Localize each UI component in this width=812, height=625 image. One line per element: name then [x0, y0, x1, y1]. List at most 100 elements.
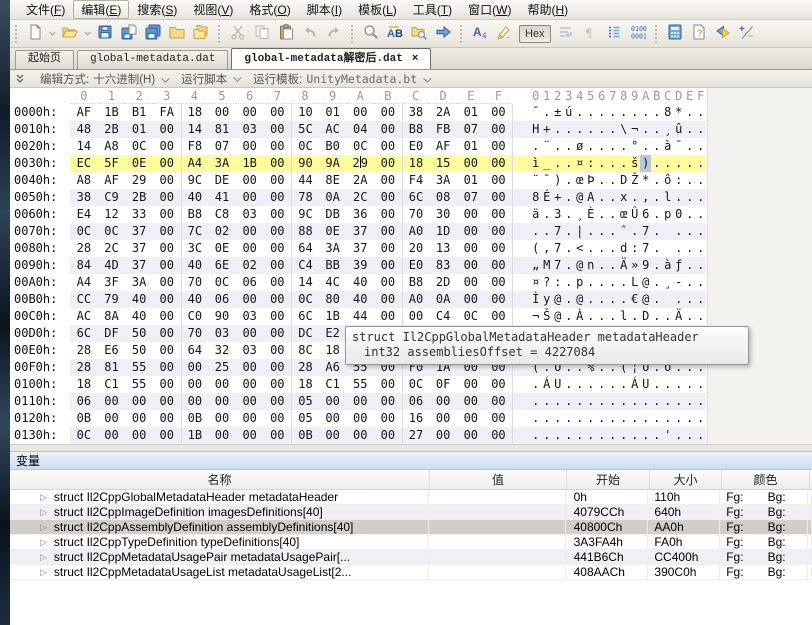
- menu-item-v[interactable]: 视图(V): [185, 0, 241, 19]
- hex-byte[interactable]: 2C: [98, 240, 126, 257]
- ascii-char[interactable]: p: [662, 206, 673, 223]
- hex-byte[interactable]: 0C: [457, 308, 485, 325]
- ascii-char[interactable]: .: [684, 172, 695, 189]
- ascii-char[interactable]: °: [629, 138, 640, 155]
- hex-byte[interactable]: 0C: [291, 138, 319, 155]
- ascii-char[interactable]: .: [684, 393, 695, 410]
- hex-byte[interactable]: B1: [125, 104, 153, 121]
- hex-byte[interactable]: 00: [208, 410, 236, 427]
- hex-byte[interactable]: 01: [457, 104, 485, 121]
- ascii-char[interactable]: .: [596, 410, 607, 427]
- hex-byte[interactable]: C1: [98, 376, 126, 393]
- ascii-char[interactable]: .: [684, 291, 695, 308]
- ascii-char[interactable]: 7: [552, 257, 563, 274]
- hex-byte[interactable]: 00: [263, 223, 291, 240]
- hex-row[interactable]: 00C0h: AC 8A 40 00 C0 90 03 00 6C 1B 44 00 00 C4 0C 00 ¬ Š…: [0, 308, 812, 325]
- ascii-char[interactable]: @: [574, 189, 585, 206]
- ascii-char[interactable]: ô: [662, 172, 673, 189]
- ascii-char[interactable]: .: [651, 274, 662, 291]
- hex-byte[interactable]: 01: [125, 121, 153, 138]
- hex-byte[interactable]: DF: [98, 325, 126, 342]
- hex-byte[interactable]: 00: [485, 240, 513, 257]
- hex-byte[interactable]: 00: [208, 104, 236, 121]
- hex-byte[interactable]: 4D: [98, 257, 126, 274]
- hex-byte[interactable]: 00: [263, 410, 291, 427]
- ascii-char[interactable]: .: [607, 308, 618, 325]
- hex-byte[interactable]: 00: [374, 206, 402, 223]
- hex-byte[interactable]: 00: [263, 155, 291, 172]
- hex-byte[interactable]: 00: [180, 359, 209, 376]
- ascii-char[interactable]: .: [607, 240, 618, 257]
- hex-byte[interactable]: 2B: [98, 121, 126, 138]
- hex-byte[interactable]: 0E: [319, 223, 347, 240]
- ascii-char[interactable]: .: [596, 172, 607, 189]
- hex-byte[interactable]: 48: [70, 121, 98, 138]
- hex-row[interactable]: 0070h: 0C 0C 37 00 7C 02 00 00 88 0E 37 00 A0 1D 00 00..…: [0, 223, 812, 240]
- ascii-char[interactable]: .: [585, 410, 596, 427]
- ascii-char[interactable]: .: [596, 121, 607, 138]
- hex-byte[interactable]: 81: [208, 121, 236, 138]
- hex-byte[interactable]: 00: [485, 189, 513, 206]
- ascii-char[interactable]: Û: [629, 206, 640, 223]
- hex-byte[interactable]: 00: [346, 104, 374, 121]
- ascii-char[interactable]: .: [684, 240, 695, 257]
- hex-byte[interactable]: 00: [236, 376, 264, 393]
- hex-byte[interactable]: 38: [401, 104, 430, 121]
- hex-byte[interactable]: 00: [374, 274, 402, 291]
- ascii-char[interactable]: .: [684, 155, 695, 172]
- ascii-char[interactable]: [662, 223, 673, 240]
- hex-byte[interactable]: 27: [401, 427, 430, 444]
- hex-byte[interactable]: 03: [236, 342, 264, 359]
- hex-byte[interactable]: 00: [263, 291, 291, 308]
- ascii-char[interactable]: .: [574, 376, 585, 393]
- ascii-char[interactable]: .: [651, 223, 662, 240]
- tab-close-icon[interactable]: ×: [412, 52, 418, 64]
- ascii-char[interactable]: Ž: [629, 172, 640, 189]
- hex-byte[interactable]: 84: [70, 257, 98, 274]
- ascii-char[interactable]: .: [563, 410, 574, 427]
- hex-byte[interactable]: 00: [263, 274, 291, 291]
- hex-byte[interactable]: A8: [70, 172, 98, 189]
- ascii-char[interactable]: ¯: [673, 138, 684, 155]
- ascii-char[interactable]: .: [695, 138, 706, 155]
- ascii-char[interactable]: 3: [552, 206, 563, 223]
- ascii-char[interactable]: à: [662, 257, 673, 274]
- ascii-char[interactable]: .: [574, 104, 585, 121]
- hex-byte[interactable]: 0B: [180, 410, 209, 427]
- hex-byte[interactable]: A0: [401, 291, 430, 308]
- hex-byte[interactable]: 37: [346, 240, 374, 257]
- ascii-char[interactable]: .: [596, 257, 607, 274]
- hex-byte[interactable]: AC: [70, 308, 98, 325]
- hex-byte[interactable]: 00: [153, 155, 181, 172]
- ascii-char[interactable]: É: [541, 189, 552, 206]
- hex-byte[interactable]: 6C: [401, 189, 430, 206]
- ascii-char[interactable]: .: [596, 427, 607, 444]
- ascii-char[interactable]: -: [673, 274, 684, 291]
- hex-byte[interactable]: 0A: [429, 291, 457, 308]
- hex-byte[interactable]: 00: [236, 138, 264, 155]
- run-template-dropdown[interactable]: UnityMetadata.bt: [306, 72, 432, 86]
- hex-byte[interactable]: 2D: [429, 274, 457, 291]
- hex-byte[interactable]: 00: [153, 308, 181, 325]
- hex-byte[interactable]: 2C: [346, 189, 374, 206]
- ascii-char[interactable]: 8: [530, 189, 541, 206]
- ascii-char[interactable]: ±: [552, 104, 563, 121]
- hex-byte[interactable]: 03: [236, 206, 264, 223]
- ascii-char[interactable]: À: [574, 308, 585, 325]
- hex-byte[interactable]: 1B: [98, 104, 126, 121]
- chevron-down-button[interactable]: [47, 22, 58, 46]
- hex-byte[interactable]: 70: [180, 274, 209, 291]
- hex-byte[interactable]: 00: [485, 274, 513, 291]
- calculator-button[interactable]: [663, 22, 687, 46]
- hex-byte[interactable]: 00: [153, 376, 181, 393]
- ascii-char[interactable]: .: [695, 427, 706, 444]
- hex-byte[interactable]: 0B: [291, 427, 319, 444]
- hex-byte[interactable]: 8A: [98, 308, 126, 325]
- hex-mode-button[interactable]: Hex: [519, 24, 551, 43]
- hex-byte[interactable]: 20: [401, 240, 430, 257]
- toolbar-overflow-button[interactable]: [14, 73, 26, 85]
- hex-byte[interactable]: 00: [263, 138, 291, 155]
- ascii-char[interactable]: .: [695, 393, 706, 410]
- hex-byte[interactable]: 00: [374, 257, 402, 274]
- ascii-char[interactable]: .: [607, 172, 618, 189]
